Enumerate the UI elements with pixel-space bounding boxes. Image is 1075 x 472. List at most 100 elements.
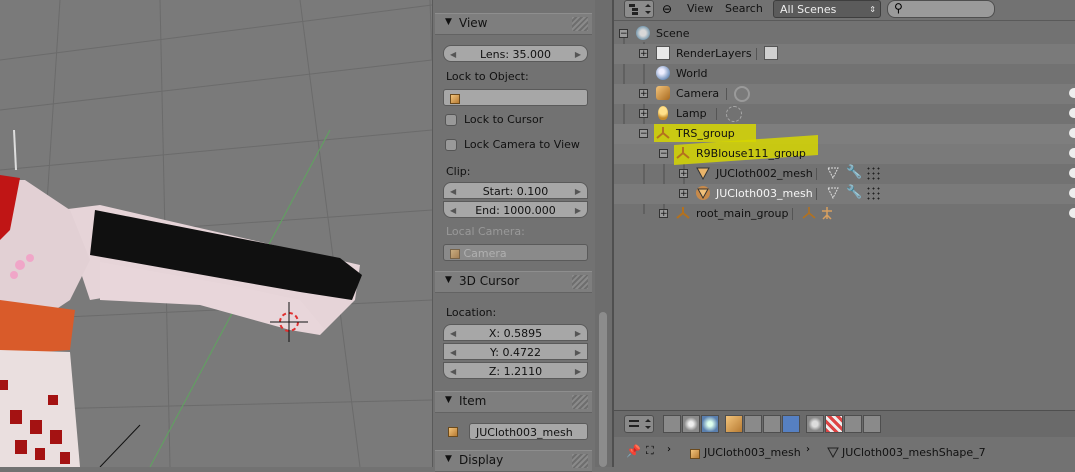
item-panel-header[interactable]: ▼ Item [435,391,592,413]
panel-grip-icon[interactable] [572,275,588,289]
camera-data-icon[interactable] [734,86,750,102]
properties-scrollbar[interactable] [595,0,612,467]
expand-toggle-icon[interactable]: + [639,89,648,99]
material-tab-icon[interactable] [806,415,824,433]
wrench-icon[interactable]: 🔧 [846,185,862,200]
child-empty-icon[interactable] [802,206,816,220]
visibility-eye-icon[interactable] [1069,208,1075,218]
child-armature-icon[interactable] [820,206,834,220]
outliner-row-selected[interactable]: − TRS_group [614,124,1075,144]
outliner-row[interactable]: + Lamp [614,104,1075,124]
scene-context-icon: ⛶ [646,444,654,457]
clip-start-field[interactable]: ◀ Start: 0.100 ▶ [443,182,588,199]
cursor-x-field[interactable]: ◀ X: 0.5895 ▶ [443,324,588,341]
outliner-row[interactable]: World [614,64,1075,84]
increment-arrow-icon[interactable]: ▶ [575,202,581,219]
lamp-data-icon[interactable] [726,106,742,122]
context-object-name[interactable]: JUCloth003_mesh [704,446,801,459]
particles-tab-icon[interactable] [844,415,862,433]
cursor-y-field[interactable]: ◀ Y: 0.4722 ▶ [443,343,588,360]
render-layer-icon[interactable] [764,46,778,60]
context-data-name[interactable]: JUCloth003_meshShape_7 [842,446,986,459]
outliner-row[interactable]: + root_main_group [614,204,1075,224]
editor-type-button[interactable] [624,415,654,433]
wrench-icon[interactable]: 🔧 [846,165,862,180]
pin-icon[interactable]: 📌 [626,444,641,458]
decrement-arrow-icon[interactable]: ◀ [450,363,456,380]
vertex-groups-icon[interactable] [826,166,840,180]
scrollbar-thumb[interactable] [599,312,607,467]
clip-end-field[interactable]: ◀ End: 1000.000 ▶ [443,201,588,218]
row-separator [716,108,717,120]
decrement-arrow-icon[interactable]: ◀ [450,46,456,63]
row-label: R9Blouse111_group [696,147,806,160]
texture-tab-icon[interactable] [825,415,843,433]
expand-toggle-icon[interactable]: + [639,109,648,119]
decrement-arrow-icon[interactable]: ◀ [450,183,456,200]
expand-toggle-icon[interactable]: + [639,49,648,59]
visibility-eye-icon[interactable] [1069,88,1075,98]
collapse-toggle-icon[interactable]: − [619,29,628,39]
editor-type-button[interactable] [624,0,654,18]
outliner-row[interactable]: + RenderLayers [614,44,1075,64]
increment-arrow-icon[interactable]: ▶ [575,183,581,200]
expand-toggle-icon[interactable]: + [659,209,668,219]
3d-viewport[interactable] [0,0,432,467]
outliner-row[interactable]: + JUCloth003_mesh 🔧 [614,184,1075,204]
expand-toggle-icon[interactable]: + [679,189,688,199]
outliner-row[interactable]: − Scene [614,24,1075,44]
panel-grip-icon[interactable] [572,454,588,468]
increment-arrow-icon[interactable]: ▶ [575,344,581,361]
physics-tab-icon[interactable] [863,415,881,433]
checkbox-box[interactable] [445,114,457,126]
data-tab-icon[interactable] [782,415,800,433]
lens-field[interactable]: ◀ Lens: 35.000 ▶ [443,45,588,62]
visibility-eye-icon[interactable] [1069,188,1075,198]
cursor-panel-header[interactable]: ▼ 3D Cursor [435,271,592,293]
local-camera-field[interactable]: Camera [443,244,588,261]
constraints-tab-icon[interactable] [744,415,762,433]
render-tab-icon[interactable] [663,415,681,433]
increment-arrow-icon[interactable]: ▶ [575,363,581,380]
search-icon: ⚲ [894,1,903,15]
menu-search[interactable]: Search [725,2,763,15]
collapse-toggle-icon[interactable]: − [639,129,648,139]
decrement-arrow-icon[interactable]: ◀ [450,325,456,342]
camera-icon [656,86,670,100]
outliner-row[interactable]: + JUCloth002_mesh 🔧 [614,164,1075,184]
outliner-row[interactable]: − R9Blouse111_group [614,134,1075,166]
visibility-eye-icon[interactable] [1069,168,1075,178]
panel-grip-icon[interactable] [572,17,588,31]
item-name-field[interactable]: JUCloth003_mesh [469,423,588,440]
cursor-z-field[interactable]: ◀ Z: 1.2110 ▶ [443,362,588,379]
decrement-arrow-icon[interactable]: ◀ [450,344,456,361]
cursor-y-value: Y: 0.4722 [490,346,541,359]
outliner-search-input[interactable]: ⚲ [887,0,995,18]
menu-view[interactable]: View [687,2,713,15]
modifiers-tab-icon[interactable] [763,415,781,433]
world-tab-icon[interactable] [701,415,719,433]
visibility-eye-icon[interactable] [1069,108,1075,118]
display-panel-header[interactable]: ▼ Display [435,450,592,472]
scene-tab-icon[interactable] [682,415,700,433]
visibility-eye-icon[interactable] [1069,148,1075,158]
vertex-groups-icon[interactable] [826,186,840,200]
checkbox-box[interactable] [445,139,457,151]
outliner-row[interactable]: + Camera [614,84,1075,104]
scene-filter-select[interactable]: All Scenes ⇕ [773,0,881,18]
visibility-eye-icon[interactable] [1069,128,1075,138]
collapse-menus-icon[interactable]: ⊖ [662,2,672,16]
decrement-arrow-icon[interactable]: ◀ [450,202,456,219]
expand-toggle-icon[interactable]: + [679,169,688,179]
local-camera-label: Local Camera: [446,225,525,238]
increment-arrow-icon[interactable]: ▶ [575,46,581,63]
view-panel-header[interactable]: ▼ View [435,13,592,35]
lock-to-object-field[interactable] [443,89,588,106]
collapse-toggle-icon[interactable]: − [659,149,668,159]
lock-camera-to-view-label: Lock Camera to View [464,138,580,151]
panel-grip-icon[interactable] [572,395,588,409]
armature-icon[interactable] [866,186,880,200]
increment-arrow-icon[interactable]: ▶ [575,325,581,342]
object-tab-icon[interactable] [725,415,743,433]
armature-icon[interactable] [866,166,880,180]
